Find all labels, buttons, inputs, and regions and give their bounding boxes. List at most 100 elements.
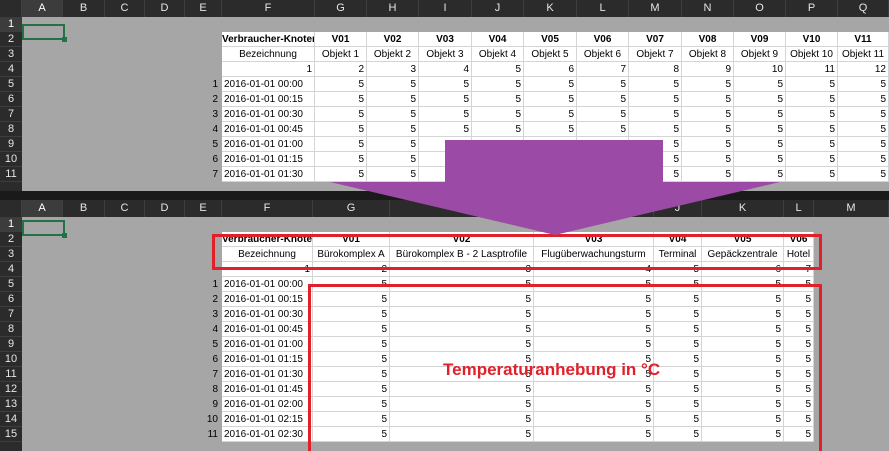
row-header-2[interactable]: 2 (0, 232, 22, 247)
timestamp-cell[interactable]: 2016-01-01 00:30 (222, 307, 313, 322)
column-header-b[interactable]: B (63, 200, 105, 217)
object-name-cell[interactable]: Objekt 5 (524, 47, 577, 62)
column-header-a[interactable]: A (22, 0, 63, 17)
object-name-cell[interactable]: Objekt 4 (472, 47, 524, 62)
object-name-cell[interactable]: Objekt 9 (734, 47, 786, 62)
value-cell[interactable]: 5 (577, 107, 629, 122)
row-header-15[interactable]: 15 (0, 427, 22, 442)
value-cell[interactable]: 5 (472, 92, 524, 107)
node-id-cell[interactable]: V01 (315, 32, 367, 47)
row-header-4[interactable]: 4 (0, 62, 22, 77)
row-header-7[interactable]: 7 (0, 107, 22, 122)
object-name-cell[interactable]: Objekt 8 (682, 47, 734, 62)
timestamp-cell[interactable]: 2016-01-01 02:00 (222, 397, 313, 412)
value-cell[interactable]: 5 (367, 77, 419, 92)
value-cell[interactable]: 5 (419, 107, 472, 122)
value-cell[interactable]: 5 (367, 92, 419, 107)
row-header-4[interactable]: 4 (0, 262, 22, 277)
row-header-8[interactable]: 8 (0, 122, 22, 137)
value-cell[interactable]: 5 (786, 137, 838, 152)
index-number-cell[interactable]: 12 (838, 62, 889, 77)
node-id-cell[interactable]: V06 (577, 32, 629, 47)
column-header-k[interactable]: K (524, 0, 577, 17)
index-number-cell[interactable]: 1 (222, 62, 315, 77)
value-cell[interactable]: 5 (786, 77, 838, 92)
timestamp-cell[interactable]: 2016-01-01 01:30 (222, 367, 313, 382)
row-header-14[interactable]: 14 (0, 412, 22, 427)
row-header-11[interactable]: 11 (0, 367, 22, 382)
row-header-6[interactable]: 6 (0, 292, 22, 307)
object-name-cell[interactable]: Objekt 2 (367, 47, 419, 62)
column-header-d[interactable]: D (145, 200, 185, 217)
index-number-cell[interactable]: 4 (419, 62, 472, 77)
object-name-cell[interactable]: Objekt 10 (786, 47, 838, 62)
timestamp-cell[interactable]: 2016-01-01 01:30 (222, 167, 315, 182)
timestamp-cell[interactable]: 2016-01-01 00:45 (222, 322, 313, 337)
node-id-cell[interactable]: V04 (472, 32, 524, 47)
node-id-cell[interactable]: V05 (524, 32, 577, 47)
column-header-d[interactable]: D (145, 0, 185, 17)
active-cell-selection[interactable] (22, 24, 67, 42)
column-header-h[interactable]: H (367, 0, 419, 17)
timestamp-cell[interactable]: 2016-01-01 01:15 (222, 352, 313, 367)
value-cell[interactable]: 5 (838, 137, 889, 152)
column-header-n[interactable]: N (682, 0, 734, 17)
row-header-3[interactable]: 3 (0, 47, 22, 62)
value-cell[interactable]: 5 (472, 77, 524, 92)
value-cell[interactable]: 5 (419, 92, 472, 107)
value-cell[interactable]: 5 (315, 92, 367, 107)
active-cell-selection[interactable] (22, 220, 67, 238)
value-cell[interactable]: 5 (524, 122, 577, 137)
row-header-1[interactable]: 1 (0, 17, 22, 32)
node-id-cell[interactable]: V02 (367, 32, 419, 47)
row-header-5[interactable]: 5 (0, 77, 22, 92)
object-name-cell[interactable]: Objekt 6 (577, 47, 629, 62)
node-id-cell[interactable]: V07 (629, 32, 682, 47)
row-header-10[interactable]: 10 (0, 152, 22, 167)
value-cell[interactable]: 5 (838, 92, 889, 107)
column-header-l[interactable]: L (784, 200, 814, 217)
timestamp-cell[interactable]: 2016-01-01 00:30 (222, 107, 315, 122)
value-cell[interactable]: 5 (577, 122, 629, 137)
index-number-cell[interactable]: 7 (577, 62, 629, 77)
value-cell[interactable]: 5 (315, 122, 367, 137)
timestamp-cell[interactable]: 2016-01-01 00:15 (222, 292, 313, 307)
value-cell[interactable]: 5 (472, 122, 524, 137)
value-cell[interactable]: 5 (786, 152, 838, 167)
row-header-1[interactable]: 1 (0, 217, 22, 232)
row-header-2[interactable]: 2 (0, 32, 22, 47)
select-all-corner[interactable] (0, 200, 22, 217)
value-cell[interactable]: 5 (419, 77, 472, 92)
value-cell[interactable]: 5 (734, 77, 786, 92)
object-name-cell[interactable]: Objekt 11 (838, 47, 889, 62)
column-header-c[interactable]: C (105, 0, 145, 17)
index-number-cell[interactable]: 8 (629, 62, 682, 77)
row-header-12[interactable]: 12 (0, 382, 22, 397)
designation-header-label[interactable]: Bezeichnung (222, 47, 315, 62)
column-header-m[interactable]: M (814, 200, 889, 217)
column-header-o[interactable]: O (734, 0, 786, 17)
value-cell[interactable]: 5 (786, 92, 838, 107)
value-cell[interactable]: 5 (838, 77, 889, 92)
value-cell[interactable]: 5 (524, 107, 577, 122)
column-header-e[interactable]: E (185, 200, 222, 217)
timestamp-cell[interactable]: 2016-01-01 00:00 (222, 277, 313, 292)
row-header-10[interactable]: 10 (0, 352, 22, 367)
value-cell[interactable]: 5 (786, 167, 838, 182)
row-header-5[interactable]: 5 (0, 277, 22, 292)
column-header-f[interactable]: F (222, 200, 313, 217)
value-cell[interactable]: 5 (629, 122, 682, 137)
value-cell[interactable]: 5 (629, 77, 682, 92)
value-cell[interactable]: 5 (786, 122, 838, 137)
column-header-q[interactable]: Q (838, 0, 889, 17)
value-cell[interactable]: 5 (838, 167, 889, 182)
timestamp-cell[interactable]: 2016-01-01 01:15 (222, 152, 315, 167)
value-cell[interactable]: 5 (629, 107, 682, 122)
row-header-7[interactable]: 7 (0, 307, 22, 322)
row-header-9[interactable]: 9 (0, 337, 22, 352)
node-id-cell[interactable]: V10 (786, 32, 838, 47)
value-cell[interactable]: 5 (315, 107, 367, 122)
timestamp-cell[interactable]: 2016-01-01 01:45 (222, 382, 313, 397)
row-header-9[interactable]: 9 (0, 137, 22, 152)
value-cell[interactable]: 5 (577, 77, 629, 92)
